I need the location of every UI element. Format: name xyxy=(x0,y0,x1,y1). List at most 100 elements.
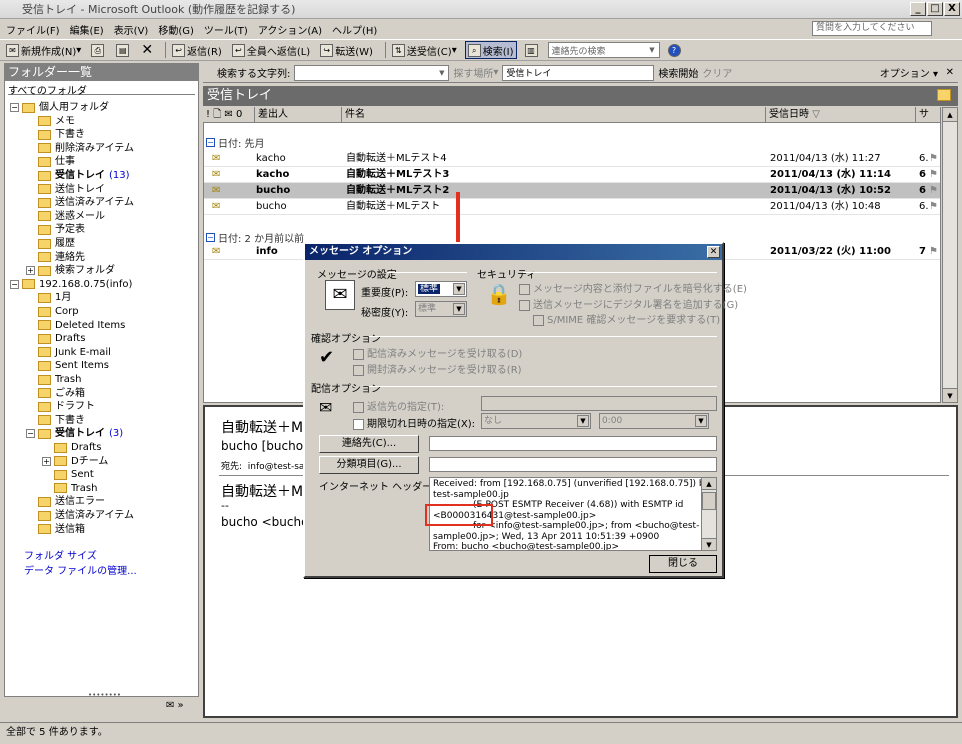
help-button[interactable]: ? xyxy=(666,41,685,59)
contacts-button[interactable]: 連絡先(C)... xyxy=(319,435,419,453)
folder-item[interactable]: − 192.168.0.75(info) xyxy=(10,278,132,291)
categories-input[interactable] xyxy=(429,457,717,472)
find-now-button[interactable]: 検索開始 xyxy=(658,65,698,80)
folder-item[interactable]: 下書き xyxy=(26,414,85,427)
reply-to-input[interactable] xyxy=(481,396,717,411)
folder-size-link[interactable]: フォルダ サイズ xyxy=(24,547,97,562)
expire-date-select[interactable]: なし ▼ xyxy=(481,413,591,429)
expand-icon[interactable]: + xyxy=(26,266,35,276)
group-header[interactable]: − 日付: 先月 xyxy=(206,135,265,150)
menu-item[interactable]: ファイル(F) xyxy=(6,22,60,37)
reply-all-button[interactable]: ↩ 全員へ返信(L) xyxy=(230,41,312,59)
splitter-grip[interactable]: •••••••• xyxy=(88,691,121,699)
options-button[interactable]: オプション ▾ xyxy=(880,65,938,80)
folder-item[interactable]: ごみ箱 xyxy=(26,387,85,400)
expand-icon[interactable]: + xyxy=(42,456,51,466)
scope-label[interactable]: 探す場所 xyxy=(453,65,493,80)
new-button[interactable]: ✉ 新規作成(N) ▾ xyxy=(4,41,83,59)
close-find-bar-icon[interactable]: ✕ xyxy=(946,67,954,78)
folder-item[interactable]: + Dチーム xyxy=(42,455,108,468)
scroll-thumb[interactable] xyxy=(702,492,716,510)
message-row[interactable]: ✉ kacho 自動転送＋MLテスト4 2011/04/13 (水) 11:27 6. ⚑ xyxy=(204,151,940,167)
maximize-button[interactable]: □ xyxy=(927,2,943,16)
folder-item[interactable]: Drafts xyxy=(26,332,85,345)
folder-item[interactable]: 予定表 xyxy=(26,223,85,236)
scroll-down-arrow[interactable]: ▼ xyxy=(943,388,957,402)
address-book-button[interactable]: ▥ xyxy=(523,41,542,59)
flag-icon[interactable]: ⚑ xyxy=(929,151,938,167)
folder-item[interactable]: 1月 xyxy=(26,291,71,304)
categories-button[interactable]: 分類項目(G)... xyxy=(319,456,419,474)
folder-item[interactable]: 連絡先 xyxy=(26,251,85,264)
importance-select[interactable]: 標準 ▼ xyxy=(415,281,467,297)
menu-item[interactable]: ツール(T) xyxy=(204,22,248,37)
minimize-button[interactable]: _ xyxy=(910,2,926,16)
sign-checkbox[interactable]: 送信メッセージにデジタル署名を追加する(G) xyxy=(519,296,738,311)
folder-item[interactable]: 履歴 xyxy=(26,237,75,250)
icon-columns-header[interactable]: ! 🗋 ✉ 0 xyxy=(203,107,255,123)
folder-item[interactable]: 送信済みアイテム xyxy=(26,196,134,209)
contacts-input[interactable] xyxy=(429,436,717,451)
dialog-close-action-button[interactable]: 閉じる xyxy=(649,555,717,573)
scroll-up-arrow[interactable]: ▲ xyxy=(943,108,957,122)
delivery-receipt-checkbox[interactable]: 配信済みメッセージを受け取る(D) xyxy=(353,345,522,360)
menu-item[interactable]: ヘルプ(H) xyxy=(332,22,377,37)
folder-item[interactable]: Deleted Items xyxy=(26,319,125,332)
flag-icon[interactable]: ⚑ xyxy=(929,183,938,199)
folder-item[interactable]: 送信箱 xyxy=(26,523,85,536)
menu-item[interactable]: 移動(G) xyxy=(158,22,194,37)
group-header[interactable]: − 日付: 2 か月前以前 xyxy=(206,230,304,245)
folder-item[interactable]: メモ xyxy=(26,115,75,128)
message-row[interactable]: ✉ bucho 自動転送＋MLテスト 2011/04/13 (水) 10:48 6. ⚑ xyxy=(204,199,940,215)
find-text-input[interactable]: ▼ xyxy=(294,64,450,81)
delete-button[interactable]: ✕ xyxy=(139,41,155,59)
flag-icon[interactable]: ⚑ xyxy=(929,167,938,183)
message-row[interactable]: ✉ kacho 自動転送＋MLテスト3 2011/04/13 (水) 11:14 6 ⚑ xyxy=(204,167,940,183)
subject-column-header[interactable]: 件名 xyxy=(342,107,766,123)
help-search-input[interactable]: 質問を入力してください xyxy=(812,21,932,36)
close-button[interactable]: X xyxy=(944,2,960,16)
find-button[interactable]: ⌕ 検索(I) xyxy=(464,41,517,59)
send-receive-button[interactable]: ⇅ 送受信(C) ▾ xyxy=(390,41,459,59)
list-vertical-scrollbar[interactable]: ▲ ▼ xyxy=(942,107,958,403)
menu-item[interactable]: アクション(A) xyxy=(258,22,322,37)
collapse-icon[interactable]: − xyxy=(26,429,35,439)
collapse-icon[interactable]: − xyxy=(10,279,19,289)
scroll-down-arrow[interactable]: ▼ xyxy=(702,538,716,550)
folder-item[interactable]: 下書き xyxy=(26,128,85,141)
folder-item[interactable]: 削除済みアイテム xyxy=(26,142,134,155)
size-column-header[interactable]: サ xyxy=(916,107,941,123)
smime-checkbox[interactable]: S/MIME 確認メッセージを要求する(T) xyxy=(533,311,720,326)
expire-time-select[interactable]: 0:00 ▼ xyxy=(599,413,709,429)
folder-item[interactable]: Drafts xyxy=(42,441,101,454)
dialog-close-button[interactable]: ✕ xyxy=(707,246,720,258)
reply-to-checkbox[interactable]: 返信先の指定(T): xyxy=(353,398,444,413)
folder-item[interactable]: − 個人用フォルダ xyxy=(10,101,109,114)
expire-checkbox[interactable]: 期限切れ日時の指定(X): xyxy=(353,415,475,430)
folder-item[interactable]: 送信エラー xyxy=(26,495,105,508)
flag-icon[interactable]: ⚑ xyxy=(929,244,938,260)
folder-item[interactable]: Corp xyxy=(26,305,79,318)
folder-item[interactable]: Sent Items xyxy=(26,359,109,372)
read-receipt-checkbox[interactable]: 開封済みメッセージを受け取る(R) xyxy=(353,361,522,376)
folder-item[interactable]: 受信トレイ (13) xyxy=(26,169,130,182)
collapse-icon[interactable]: − xyxy=(206,138,215,147)
sensitivity-select[interactable]: 標準 ▼ xyxy=(415,301,467,317)
forward-button[interactable]: ↪ 転送(W) xyxy=(318,41,375,59)
folder-item[interactable]: 迷惑メール xyxy=(26,210,105,223)
folder-item[interactable]: Junk E-mail xyxy=(26,346,111,359)
menu-item[interactable]: 表示(V) xyxy=(114,22,149,37)
folder-item[interactable]: + 検索フォルダ xyxy=(26,264,115,277)
scroll-up-arrow[interactable]: ▲ xyxy=(702,478,716,490)
configure-buttons-icon[interactable]: ✉ » xyxy=(166,700,194,715)
collapse-icon[interactable]: − xyxy=(206,233,215,242)
message-row[interactable]: ✉ bucho 自動転送＋MLテスト2 2011/04/13 (水) 10:52 6 ⚑ xyxy=(204,183,940,199)
folder-item[interactable]: Trash xyxy=(42,482,97,495)
reply-button[interactable]: ↩ 返信(R) xyxy=(170,41,224,59)
data-file-link[interactable]: データ ファイルの管理... xyxy=(24,562,137,577)
collapse-icon[interactable]: − xyxy=(10,103,19,112)
scope-input[interactable]: 受信トレイ xyxy=(502,64,655,81)
folder-item[interactable]: Sent xyxy=(42,468,94,481)
flag-icon[interactable]: ⚑ xyxy=(929,199,938,215)
menu-item[interactable]: 編集(E) xyxy=(70,22,104,37)
